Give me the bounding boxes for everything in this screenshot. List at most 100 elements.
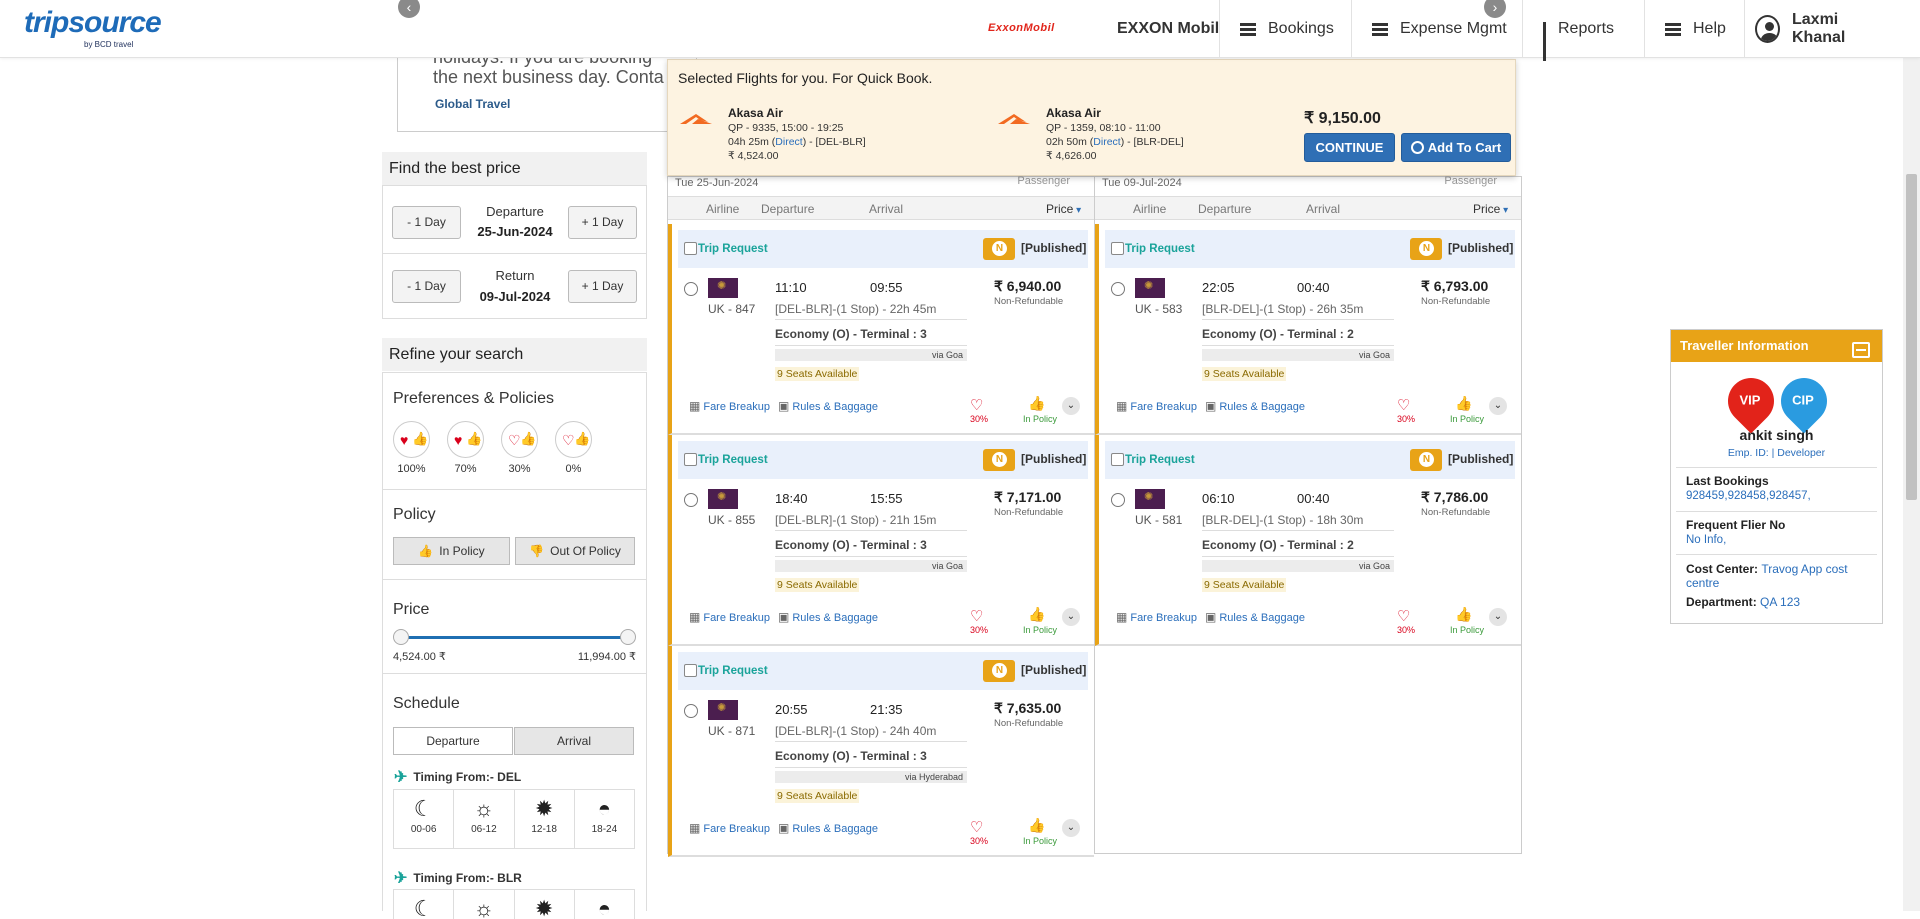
tripsource-logo[interactable]: tripsource by BCD travel	[24, 6, 162, 49]
schedule-tab-departure[interactable]: Departure	[393, 727, 513, 755]
rules-baggage-link[interactable]: ▣ Rules & Baggage	[1205, 399, 1305, 413]
time-slot-06-12[interactable]: ☼ 06-12	[454, 790, 515, 848]
traveller-info-header: Traveller Information	[1671, 330, 1882, 362]
time-slot-00-06[interactable]: ☾	[394, 890, 455, 919]
chevron-down-icon[interactable]: ⌄	[1489, 608, 1507, 626]
traveller-emp[interactable]: Emp. ID: | Developer	[1671, 447, 1882, 459]
header-departure[interactable]: Departure	[761, 202, 814, 216]
last-bookings-value[interactable]: 928459,928458,928457,	[1686, 490, 1811, 502]
heart-icon: ♡	[1397, 608, 1411, 625]
negotiated-fare-icon	[1410, 449, 1442, 471]
rules-baggage-link[interactable]: ▣ Rules & Baggage	[778, 610, 878, 624]
header-departure[interactable]: Departure	[1198, 202, 1251, 216]
rules-baggage-link[interactable]: ▣ Rules & Baggage	[1205, 610, 1305, 624]
select-flight-radio[interactable]	[1111, 282, 1125, 296]
rules-baggage-link[interactable]: ▣ Rules & Baggage	[778, 821, 878, 835]
header-arrival[interactable]: Arrival	[869, 202, 903, 216]
chevron-down-icon[interactable]: ⌄	[1062, 819, 1080, 837]
return-minus-day-button[interactable]: - 1 Day	[392, 270, 461, 303]
vistara-logo-icon	[1135, 489, 1165, 509]
trip-request-label[interactable]: Trip Request	[698, 454, 768, 466]
pref-0-button[interactable]: ♡ 👍	[555, 421, 592, 458]
out-of-policy-button[interactable]: 👎 Out Of Policy	[515, 537, 635, 565]
header-airline[interactable]: Airline	[1133, 202, 1166, 216]
select-flight-radio[interactable]	[684, 493, 698, 507]
user-menu[interactable]: Laxmi Khanal	[1744, 0, 1903, 58]
scrollbar-thumb[interactable]	[1906, 174, 1917, 500]
flight-card[interactable]: Trip Request [Published] UK - 847 11:10 …	[668, 224, 1094, 435]
non-refundable-label: Non-Refundable	[994, 507, 1064, 518]
company-name: EXXON Mobil	[1117, 20, 1220, 37]
nav-expense-mgmt[interactable]: Expense Mgmt	[1351, 0, 1527, 58]
quick-book-title: Selected Flights for you. For Quick Book…	[678, 70, 933, 86]
time-slot-06-12[interactable]: ☼	[454, 890, 515, 919]
header-price[interactable]: Price	[1046, 202, 1081, 216]
flight-card[interactable]: Trip Request [Published] UK - 581 06:10 …	[1095, 435, 1521, 646]
select-flight-radio[interactable]	[1111, 493, 1125, 507]
user-name: Laxmi Khanal	[1792, 11, 1846, 46]
chevron-down-icon[interactable]: ⌄	[1489, 397, 1507, 415]
outbound-date: Tue 25-Jun-2024	[675, 177, 759, 189]
trip-request-checkbox[interactable]	[1111, 242, 1124, 255]
continue-button[interactable]: CONTINUE	[1304, 133, 1395, 162]
time-slot-12-18[interactable]: ✹ 12-18	[515, 790, 575, 848]
time-slot-18-24[interactable]: ◓ 18-24	[575, 790, 634, 848]
chevron-left-icon[interactable]: ‹	[398, 0, 420, 18]
fare-price: ₹ 7,171.00	[994, 489, 1062, 505]
trip-request-label[interactable]: Trip Request	[1125, 243, 1195, 255]
trip-request-label[interactable]: Trip Request	[698, 243, 768, 255]
route-info: [BLR-DEL]-(1 Stop) - 26h 35m	[1202, 302, 1364, 316]
return-plus-day-button[interactable]: + 1 Day	[568, 270, 637, 303]
add-to-cart-button[interactable]: Add To Cart	[1401, 133, 1511, 162]
fare-breakup-link[interactable]: ▦ Fare Breakup	[1116, 610, 1197, 624]
thumbs-up-icon: 👍	[1028, 395, 1046, 411]
header-airline[interactable]: Airline	[706, 202, 739, 216]
flight-card[interactable]: Trip Request [Published] UK - 855 18:40 …	[668, 435, 1094, 646]
departure-plus-day-button[interactable]: + 1 Day	[568, 206, 637, 239]
price-slider-track[interactable]	[398, 636, 628, 639]
time-slot-18-24[interactable]: ◓	[575, 890, 634, 919]
page-scrollbar[interactable]	[1903, 58, 1920, 911]
select-flight-radio[interactable]	[684, 704, 698, 718]
rules-baggage-link[interactable]: ▣ Rules & Baggage	[778, 399, 878, 413]
divider	[1202, 345, 1394, 346]
fare-breakup-link[interactable]: ▦ Fare Breakup	[689, 399, 770, 413]
fare-breakup-link[interactable]: ▦ Fare Breakup	[1116, 399, 1197, 413]
trip-request-checkbox[interactable]	[684, 664, 697, 677]
header-price[interactable]: Price	[1473, 202, 1508, 216]
price-slider-min-handle[interactable]	[393, 629, 409, 645]
passenger-label: Passenger	[1444, 175, 1497, 187]
trip-request-checkbox[interactable]	[684, 242, 697, 255]
pref-70-button[interactable]: ♥ 👍	[447, 421, 484, 458]
trip-request-checkbox[interactable]	[1111, 453, 1124, 466]
schedule-tab-arrival[interactable]: Arrival	[514, 727, 634, 755]
nav-help[interactable]: Help	[1644, 0, 1746, 58]
chevron-down-icon[interactable]: ⌄	[1062, 397, 1080, 415]
pref-30-button[interactable]: ♡ 👍	[501, 421, 538, 458]
price-slider-max-handle[interactable]	[620, 629, 636, 645]
header-arrival[interactable]: Arrival	[1306, 202, 1340, 216]
trip-request-label[interactable]: Trip Request	[698, 665, 768, 677]
divider	[775, 345, 967, 346]
ffn-value[interactable]: No Info,	[1686, 534, 1726, 546]
chevron-down-icon[interactable]: ⌄	[1062, 608, 1080, 626]
time-slot-00-06[interactable]: ☾ 00-06	[394, 790, 455, 848]
fare-breakup-link[interactable]: ▦ Fare Breakup	[689, 821, 770, 835]
trip-request-checkbox[interactable]	[684, 453, 697, 466]
departure-minus-day-button[interactable]: - 1 Day	[392, 206, 461, 239]
quick-book-panel: Selected Flights for you. For Quick Book…	[667, 59, 1516, 176]
fare-breakup-link[interactable]: ▦ Fare Breakup	[689, 610, 770, 624]
via-stop: via Goa	[775, 560, 967, 572]
pref-100-button[interactable]: ♥ 👍	[393, 421, 430, 458]
in-policy-button[interactable]: 👍 In Policy	[393, 537, 510, 565]
vistara-logo-icon	[708, 700, 738, 720]
time-slot-12-18[interactable]: ✹	[515, 890, 575, 919]
flight-card[interactable]: Trip Request [Published] UK - 871 20:55 …	[668, 646, 1094, 857]
nav-reports[interactable]: Reports	[1522, 0, 1634, 61]
divider	[775, 741, 967, 742]
nav-bookings[interactable]: Bookings	[1219, 0, 1354, 58]
minimize-icon[interactable]	[1852, 342, 1870, 358]
flight-card[interactable]: Trip Request [Published] UK - 583 22:05 …	[1095, 224, 1521, 435]
select-flight-radio[interactable]	[684, 282, 698, 296]
trip-request-label[interactable]: Trip Request	[1125, 454, 1195, 466]
